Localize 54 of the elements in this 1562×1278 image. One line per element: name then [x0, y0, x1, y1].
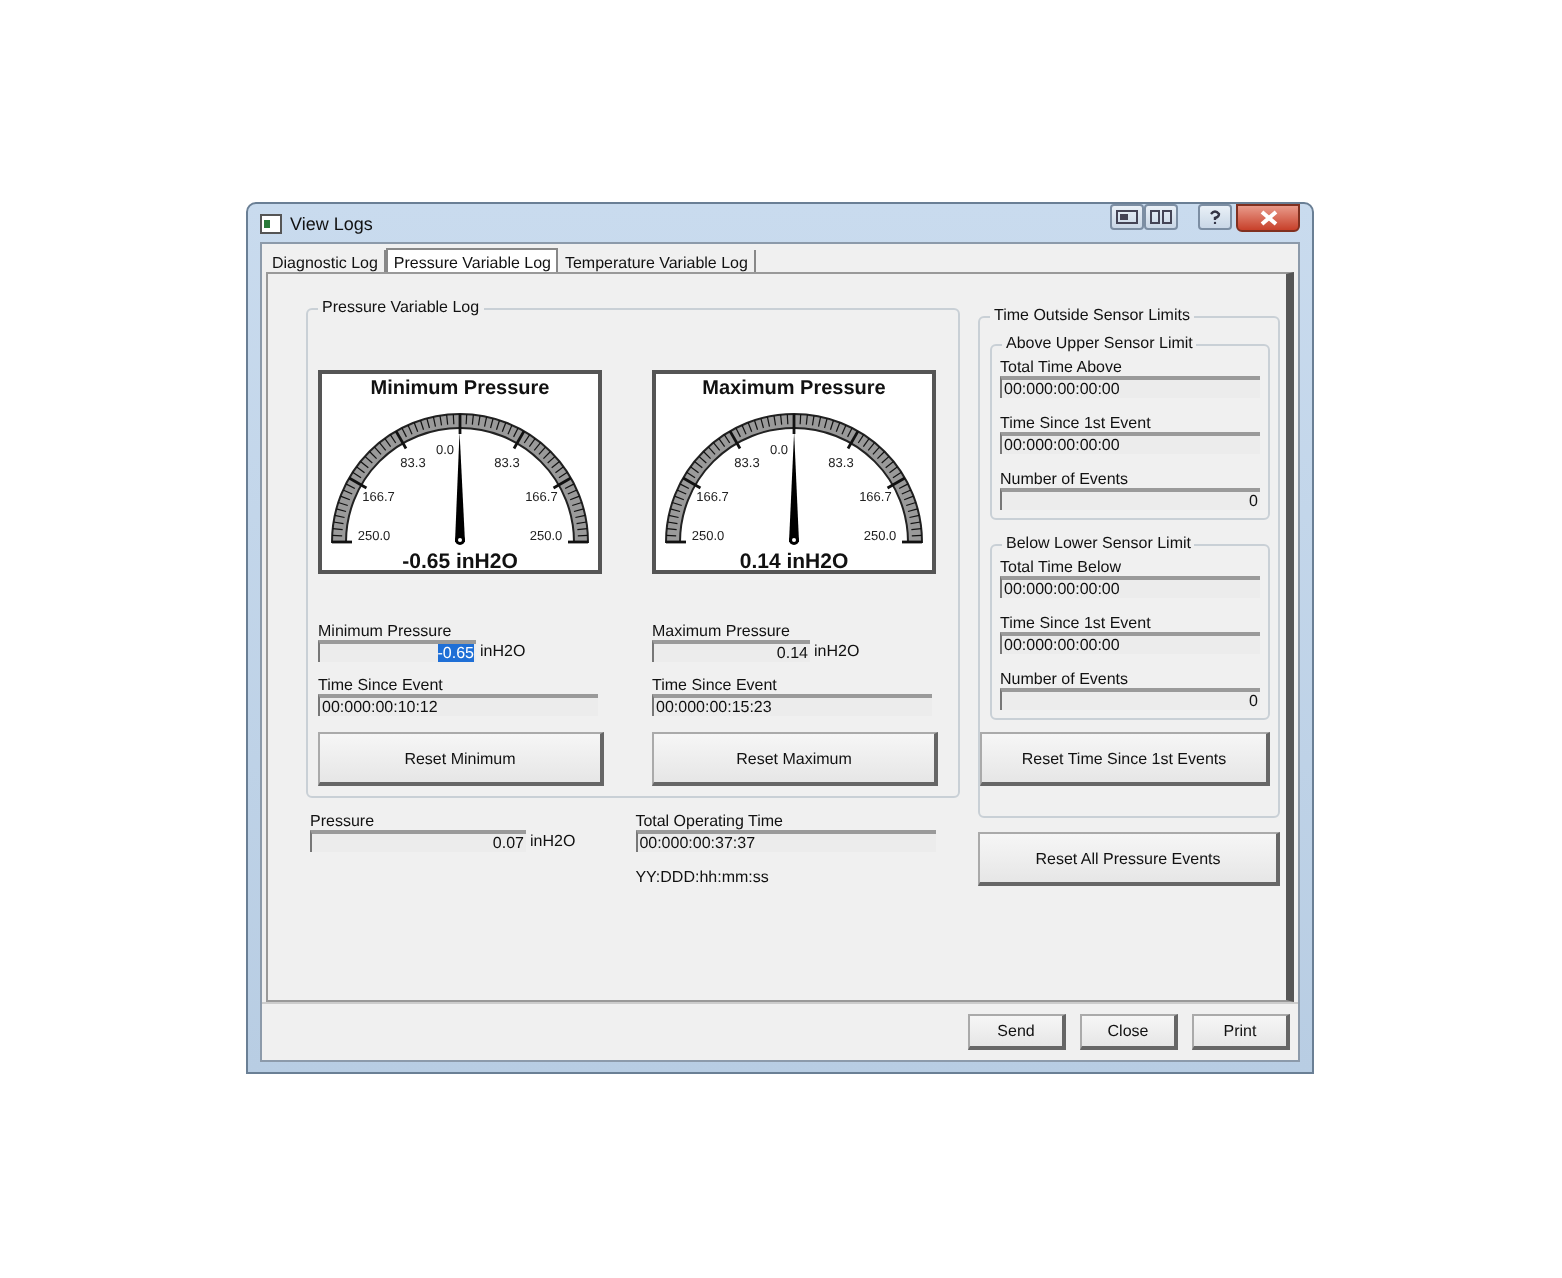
- count-field[interactable]: 0: [1000, 488, 1260, 510]
- field-label: Pressure: [310, 812, 377, 830]
- unit-label: inH2O: [480, 642, 526, 660]
- gauge-title: Maximum Pressure: [700, 378, 888, 400]
- dialog-button[interactable]: Send: [968, 1014, 1066, 1050]
- group-title: Time Outside Sensor Limits: [990, 306, 1194, 326]
- field-label: Minimum Pressure: [318, 622, 454, 640]
- tile-button[interactable]: [1144, 204, 1178, 230]
- time-field[interactable]: 00:000:00:00:00: [1000, 432, 1260, 454]
- group-title: Above Upper Sensor Limit: [1002, 334, 1197, 354]
- field-label: Time Since Event: [652, 676, 779, 694]
- time-field[interactable]: 00:000:00:00:00: [1000, 376, 1260, 398]
- time-field[interactable]: 00:000:00:37:37: [635, 830, 936, 852]
- unit-label: inH2O: [814, 642, 860, 660]
- gauge-reading: 0.14 inH2O: [737, 550, 851, 574]
- dialog-button[interactable]: Print: [1192, 1014, 1290, 1050]
- time-field[interactable]: 00:000:00:00:00: [1000, 632, 1260, 654]
- value-field[interactable]: 0.07: [310, 830, 526, 852]
- help-icon: [1204, 210, 1226, 224]
- close-button[interactable]: [1236, 204, 1300, 232]
- close-icon: [1259, 210, 1277, 226]
- time-field[interactable]: 00:000:00:10:12: [318, 694, 598, 716]
- app-icon: [260, 213, 282, 233]
- format-hint: YY:DDD:hh:mm:ss: [635, 868, 771, 886]
- window-title: View Logs: [290, 213, 373, 233]
- count-field[interactable]: 0: [1000, 688, 1260, 710]
- tile-icon: [1150, 210, 1172, 224]
- reset-button[interactable]: Reset Maximum: [652, 732, 938, 786]
- group-title: Pressure Variable Log: [318, 298, 484, 318]
- field-label: Total Time Below: [1000, 558, 1123, 576]
- gauge-reading: -0.65 inH2O: [400, 550, 520, 574]
- field-label: Time Since 1st Event: [1000, 614, 1153, 632]
- time-field[interactable]: 00:000:00:15:23: [652, 694, 932, 716]
- group-title: Below Lower Sensor Limit: [1002, 534, 1195, 554]
- field-label: Number of Events: [1000, 670, 1131, 688]
- reset-button[interactable]: Reset Minimum: [318, 732, 604, 786]
- value-field[interactable]: -0.65: [318, 640, 476, 662]
- tab[interactable]: Pressure Variable Log: [385, 248, 559, 274]
- dock-icon: [1116, 210, 1138, 224]
- gauge-title: Minimum Pressure: [368, 378, 552, 400]
- field-label: Maximum Pressure: [652, 622, 792, 640]
- reset-button[interactable]: Reset Time Since 1st Events: [980, 732, 1270, 786]
- dialog-button[interactable]: Close: [1080, 1014, 1178, 1050]
- field-label: Time Since 1st Event: [1000, 414, 1153, 432]
- help-button[interactable]: [1198, 204, 1232, 230]
- field-label: Total Operating Time: [635, 812, 785, 830]
- time-field[interactable]: 00:000:00:00:00: [1000, 576, 1260, 598]
- dock-button[interactable]: [1110, 204, 1144, 230]
- field-label: Total Time Above: [1000, 358, 1124, 376]
- field-label: Time Since Event: [318, 676, 445, 694]
- value-field[interactable]: 0.14: [652, 640, 810, 662]
- field-label: Number of Events: [1000, 470, 1131, 488]
- unit-label: inH2O: [530, 832, 576, 850]
- reset-all-button[interactable]: Reset All Pressure Events: [978, 832, 1280, 886]
